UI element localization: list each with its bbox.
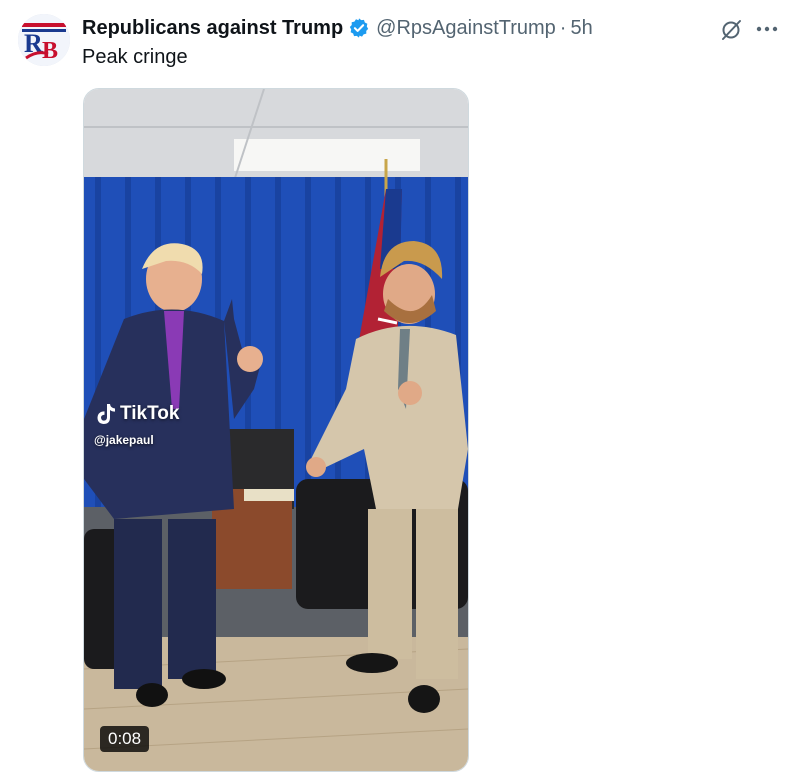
rb-logo-icon: R B — [18, 14, 70, 66]
tweet-header: Republicans against Trump @RpsAgainstTru… — [82, 15, 593, 41]
author-handle[interactable]: @RpsAgainstTrump — [376, 17, 556, 40]
tiktok-brand: TikTok — [120, 403, 180, 424]
tweet-timestamp[interactable]: 5h — [570, 17, 592, 40]
author-avatar[interactable]: R B — [18, 14, 70, 66]
more-icon — [756, 26, 778, 32]
tiktok-logo-icon — [97, 404, 115, 424]
author-name[interactable]: Republicans against Trump — [82, 17, 343, 40]
video-duration-badge: 0:08 — [100, 726, 150, 752]
verified-badge-icon — [350, 18, 369, 38]
video-player[interactable]: TikTok @jakepaul 0:08 — [83, 88, 469, 772]
tweet-text: Peak cringe — [82, 46, 188, 68]
separator-dot: · — [559, 16, 567, 39]
video-thumbnail — [84, 89, 468, 771]
grok-icon[interactable] — [719, 18, 743, 42]
tiktok-username: @jakepaul — [94, 433, 154, 447]
more-options-button[interactable] — [752, 14, 782, 44]
svg-text:B: B — [42, 38, 58, 64]
tiktok-watermark: TikTok — [96, 403, 179, 425]
